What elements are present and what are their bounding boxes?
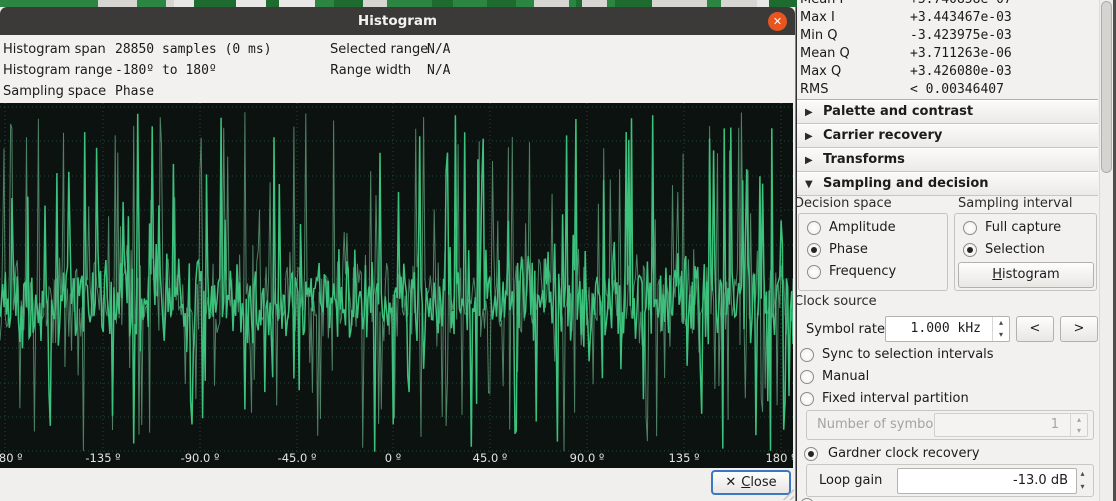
number-of-symbols-spinbox: 1 ▴ ▾ [934,413,1088,437]
symbol-rate-value: 1.000 kHz [886,317,987,341]
close-x-icon: ✕ [725,475,736,490]
radio-amplitude[interactable]: Amplitude [807,217,947,239]
sampling-interval-label: Sampling interval [958,196,1073,212]
screen: Histogram ✕ Histogram span 28850 samples… [0,0,1116,501]
loop-gain-spinbox[interactable]: -13.0 dB [897,468,1077,494]
chevron-right-icon: ▶ [805,102,817,124]
radio-circle-icon [800,370,814,384]
x-axis-tick-label: 90.0 º [570,451,605,465]
decision-space-group: Amplitude Phase Frequency [798,213,948,291]
radio-circle-icon [807,265,821,279]
radio-circle-icon [807,221,821,235]
histogram-range-label: Histogram range [3,60,112,81]
selected-range-label: Selected range [330,39,428,60]
selected-range-value: N/A [427,39,450,60]
range-width-label: Range width [330,60,411,81]
histogram-plot-canvas[interactable]: -180 º -135 º -90.0 º -45.0 º 0 º 45.0 º 90.0 … [0,103,793,468]
loop-gain-label: Loop gain [819,465,882,496]
x-axis-tick-label: -135 º [85,451,120,465]
spinner-buttons[interactable]: ▴ ▾ [992,317,1009,341]
symbol-rate-spinbox[interactable]: 1.000 kHz ▴ ▾ [885,316,1010,342]
number-of-symbols-label: Number of symbols [817,411,944,439]
spin-down-icon: ▾ [1074,481,1091,494]
x-axis-tick-label: -180 º [0,451,23,465]
histogram-range-value: -180º to 180º [115,60,217,81]
stat-mean-i: Mean I+5.740858e-07 [800,0,843,9]
radio-circle-icon [963,221,977,235]
radio-gardner-clock-recovery[interactable]: Gardner clock recovery [804,444,1094,464]
spin-up-icon[interactable]: ▴ [993,317,1009,329]
chevron-right-icon: ▶ [805,126,817,148]
decision-space-label: Decision space [797,196,892,212]
stat-max-q: Max Q+3.426080e-03 [800,63,841,81]
loop-gain-spinner[interactable]: ▴ ▾ [1074,468,1091,494]
stat-mean-q: Mean Q+3.711263e-06 [800,45,850,63]
radio-circle-selected-icon [807,243,821,257]
chevron-right-icon: ▶ [805,150,817,172]
x-axis-tick-label: 135 º [668,451,699,465]
x-axis-tick-label: 45.0 º [473,451,508,465]
x-axis-tick-label: 180 º [765,451,793,465]
sampling-space-value: Phase [115,81,154,102]
radio-selection[interactable]: Selection [963,239,1096,261]
histogram-button[interactable]: Histogram [958,262,1094,288]
chevron-down-icon: ▼ [805,174,817,196]
stat-rms: RMS< 0.00346407 [800,81,829,99]
section-transforms[interactable]: ▶Transforms [797,148,1098,172]
radio-sync-to-selection[interactable]: Sync to selection intervals [800,345,1090,365]
x-axis-tick-label: 0 º [385,451,401,465]
histogram-info: Histogram span 28850 samples (0 ms) Sele… [0,35,795,103]
histogram-dialog: Histogram ✕ Histogram span 28850 samples… [0,7,796,501]
close-button[interactable]: ✕ Close [711,470,791,495]
dialog-title: Histogram [0,7,795,35]
loop-gain-frame: Loop gain -13.0 dB ▴ ▾ [806,464,1094,497]
radio-frequency[interactable]: Frequency [807,261,947,283]
close-label-mnemonic: C [741,475,750,490]
radio-circle-icon [800,348,814,362]
panel-scrollbar[interactable] [1099,0,1113,501]
spin-up-icon: ▴ [1071,414,1087,425]
section-sampling-and-decision[interactable]: ▼Sampling and decision [797,172,1098,196]
close-label: lose [750,475,776,490]
number-of-symbols-frame: Number of symbols 1 ▴ ▾ [806,410,1094,440]
spin-down-icon: ▾ [1071,425,1087,436]
sampling-interval-group: Full capture Selection Histogram [954,213,1097,291]
symbol-rate-prev-button[interactable]: < [1016,316,1054,342]
inspector-panel: Mean I+5.740858e-07 Max I+3.443467e-03 M… [797,0,1116,501]
window-close-icon[interactable]: ✕ [768,12,787,31]
radio-circle-icon [800,392,814,406]
radio-partial-bottom[interactable] [800,496,900,501]
histogram-span-value: 28850 samples (0 ms) [115,39,272,60]
symbol-rate-label: Symbol rate [806,319,885,341]
x-axis-tick-label: -45.0 º [278,451,317,465]
background-symbol-stream [0,0,797,7]
scrollbar-thumb[interactable] [1101,1,1112,173]
spin-down-icon[interactable]: ▾ [993,329,1009,341]
stat-max-i: Max I+3.443467e-03 [800,9,835,27]
radio-circle-selected-icon [804,447,818,461]
radio-full-capture[interactable]: Full capture [963,217,1096,239]
radio-circle-selected-icon [963,243,977,257]
x-axis-tick-label: -90.0 º [181,451,220,465]
dialog-footer: ✕ Close [0,468,795,501]
radio-phase[interactable]: Phase [807,239,947,261]
symbol-rate-next-button[interactable]: > [1060,316,1098,342]
spin-up-icon: ▴ [1074,468,1091,481]
section-carrier-recovery[interactable]: ▶Carrier recovery [797,124,1098,148]
histogram-span-label: Histogram span [3,39,106,60]
radio-manual[interactable]: Manual [800,367,1090,387]
dialog-titlebar[interactable]: Histogram ✕ [0,7,795,35]
sampling-space-label: Sampling space [3,81,106,102]
stat-min-q: Min Q-3.423975e-03 [800,27,837,45]
range-width-value: N/A [427,60,450,81]
section-palette-and-contrast[interactable]: ▶Palette and contrast [797,100,1098,124]
radio-fixed-interval-partition[interactable]: Fixed interval partition [800,389,1090,409]
clock-source-label: Clock source [797,294,877,310]
